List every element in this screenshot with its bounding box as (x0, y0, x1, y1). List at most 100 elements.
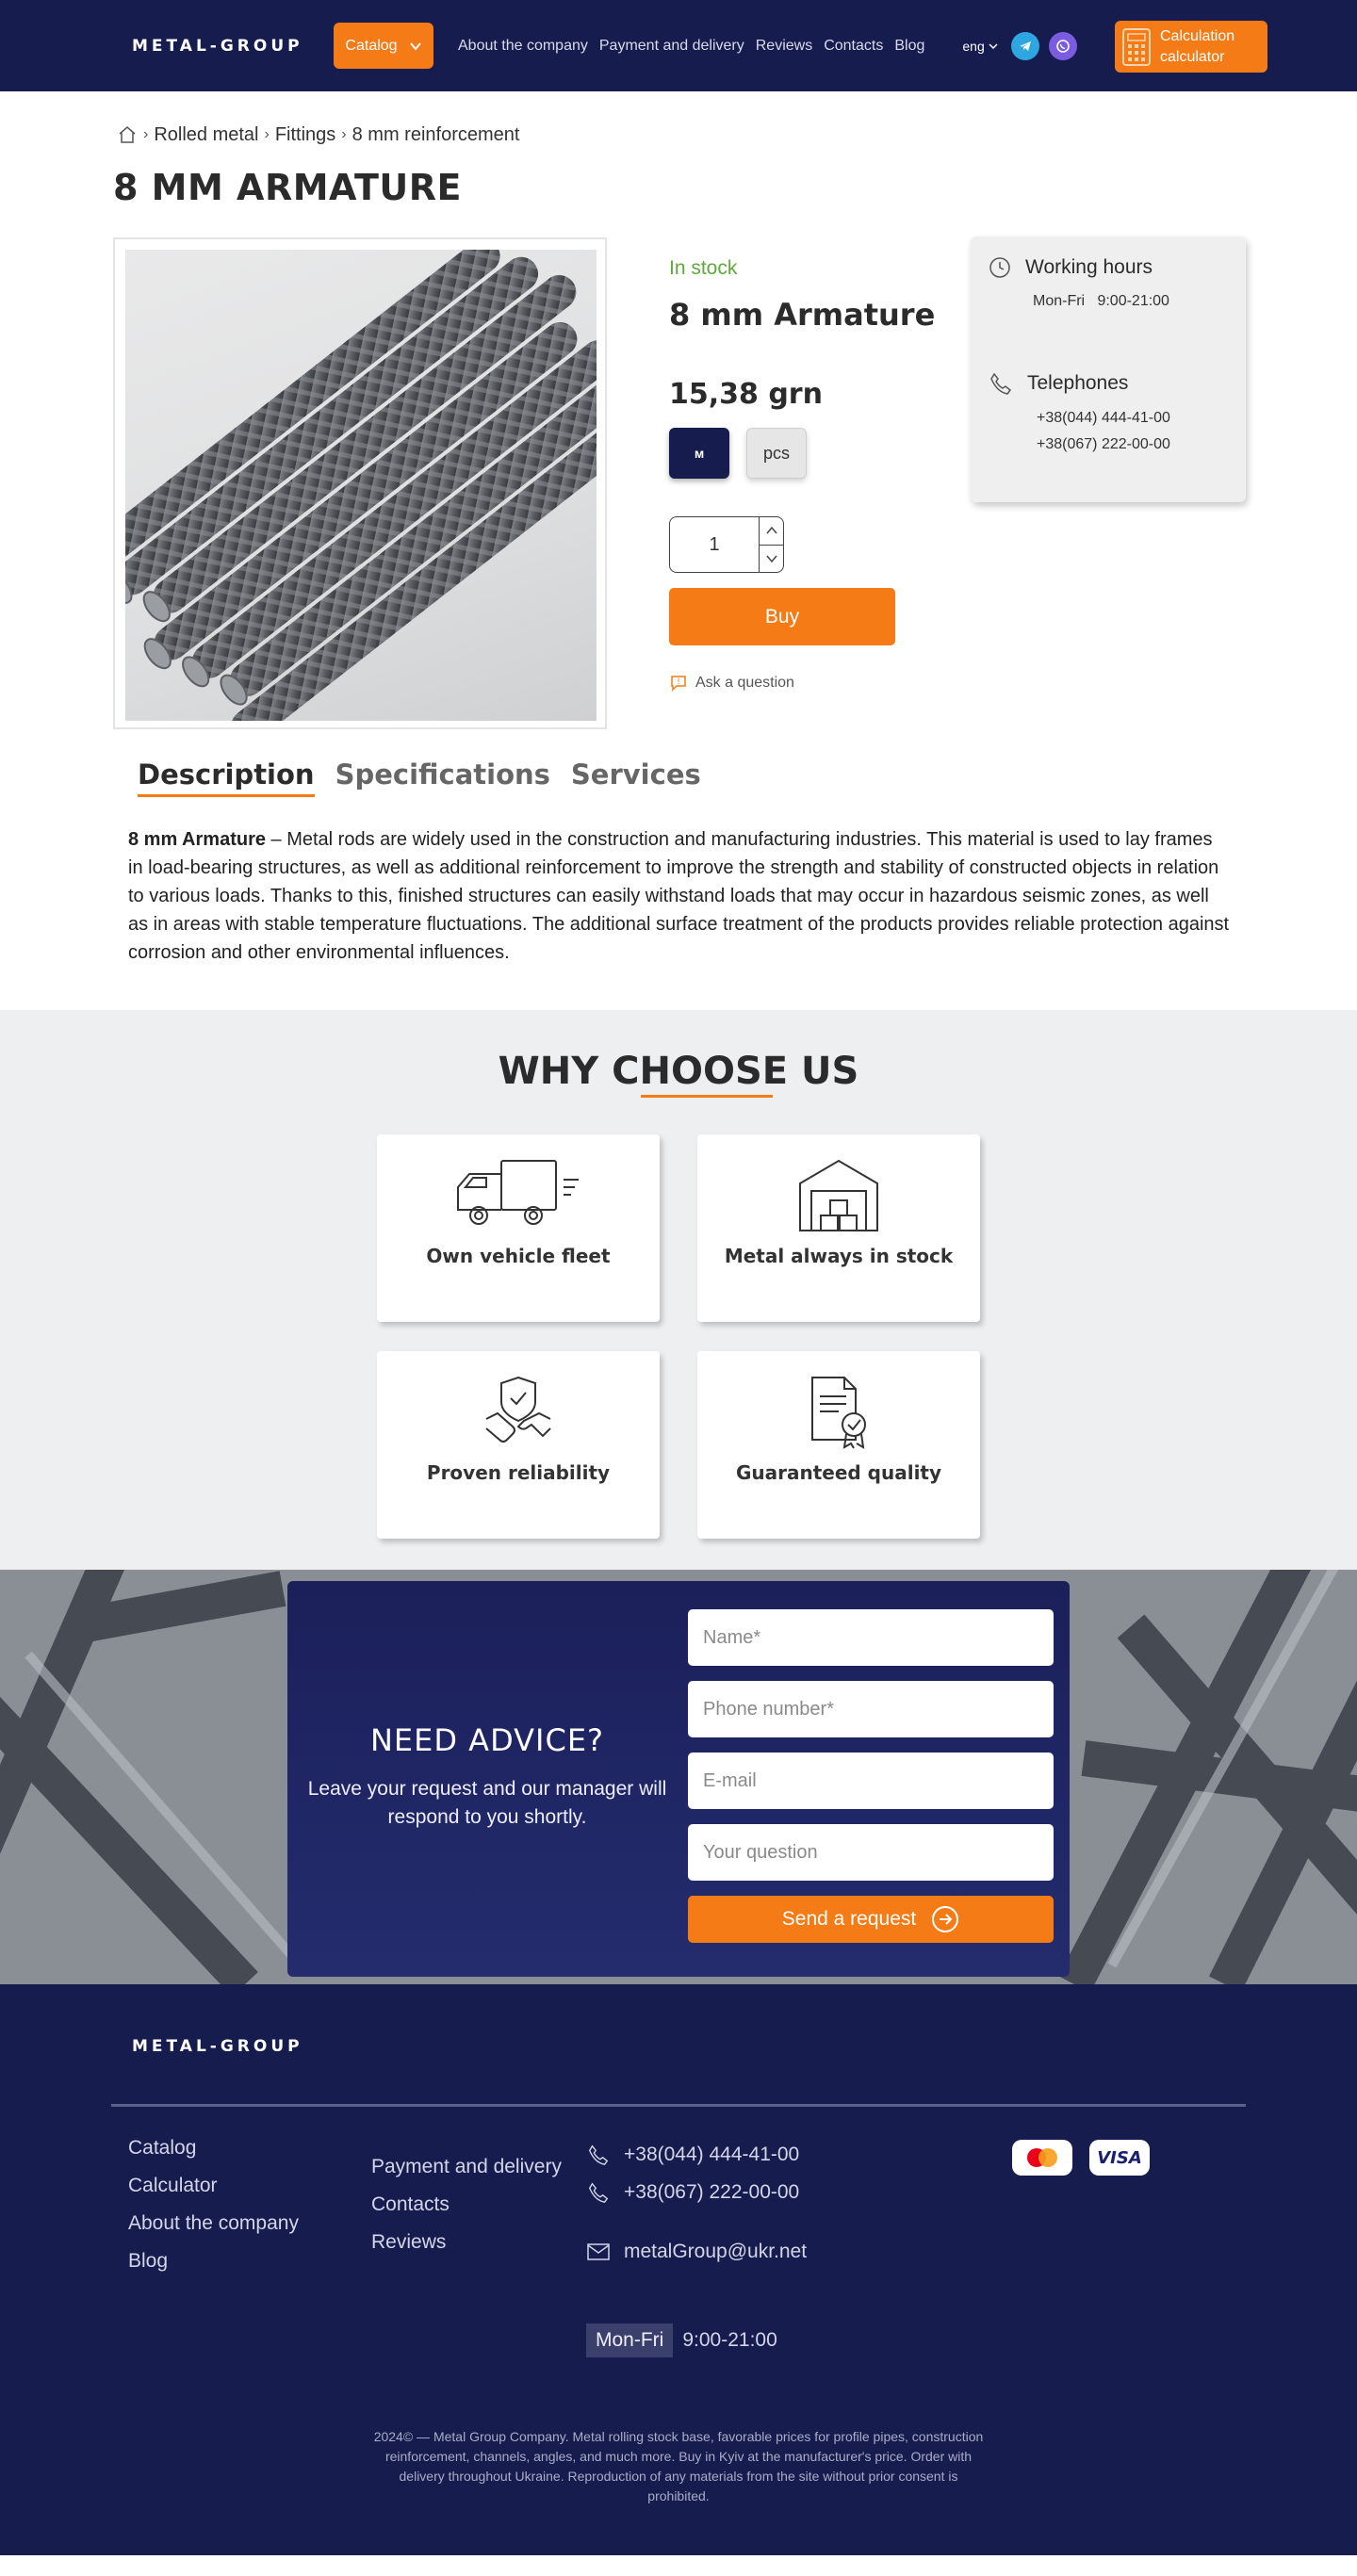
why-title: WHY CHOOSE US (498, 1050, 859, 1093)
chevron-right-icon: › (264, 126, 270, 142)
footer-link-payment-delivery[interactable]: Payment and delivery (371, 2156, 562, 2178)
quantity-increase-button[interactable] (760, 516, 784, 546)
unit-selector: м pcs (669, 428, 952, 479)
phone-icon (588, 2182, 609, 2203)
product-image-frame (113, 237, 607, 729)
footer-link-about[interactable]: About the company (128, 2212, 299, 2235)
ask-question-link[interactable]: ! Ask a question (669, 674, 952, 693)
telegram-icon[interactable] (1010, 31, 1039, 60)
ask-question-label: Ask a question (695, 675, 794, 691)
viber-icon[interactable] (1048, 31, 1077, 60)
breadcrumb: › Rolled metal › Fittings › 8 mm reinfor… (0, 123, 1357, 146)
tab-specifications[interactable]: Specifications (335, 758, 550, 797)
tab-services[interactable]: Services (571, 758, 701, 797)
clock-icon (989, 257, 1010, 278)
calculator-icon (1122, 27, 1151, 66)
language-selector[interactable]: eng (962, 38, 998, 54)
language-label: eng (962, 38, 985, 54)
footer-link-reviews[interactable]: Reviews (371, 2231, 562, 2254)
product-description: 8 mm Armature – Metal rods are widely us… (128, 825, 1231, 967)
telephones-heading: Telephones (988, 370, 1246, 397)
buy-button[interactable]: Buy (669, 588, 895, 645)
footer-phone[interactable]: +38(067) 222-00-00 (586, 2180, 799, 2205)
nav-payment-delivery[interactable]: Payment and delivery (599, 38, 744, 55)
catalog-button-label: Catalog (345, 37, 398, 54)
send-request-button[interactable]: Send a request (688, 1896, 1054, 1943)
advice-form: Send a request (688, 1609, 1054, 1943)
question-bubble-icon: ! (671, 676, 686, 692)
working-hours-value: Mon-Fri 9:00-21:00 (1033, 293, 1169, 309)
advice-section: NEED ADVICE? Leave your request and our … (0, 1570, 1357, 1984)
footer-email[interactable]: metalGroup@ukr.net (586, 2241, 807, 2263)
nav-reviews[interactable]: Reviews (756, 38, 812, 55)
chevron-down-icon (409, 41, 421, 51)
phone-icon (990, 372, 1012, 395)
phone-icon (588, 2144, 609, 2165)
footer-link-contacts[interactable]: Contacts (371, 2193, 562, 2216)
chevron-up-icon (765, 527, 777, 534)
quantity-decrease-button[interactable] (760, 545, 784, 573)
main-nav: About the company Payment and delivery R… (458, 38, 924, 55)
breadcrumb-rolled-metal[interactable]: Rolled metal (154, 124, 258, 146)
footer-link-catalog[interactable]: Catalog (128, 2137, 299, 2160)
product-info: In stock 8 mm Armature 15,38 grn м pcs B… (669, 208, 952, 693)
product-section: In stock 8 mm Armature 15,38 grn м pcs B… (0, 208, 1357, 736)
name-input[interactable] (688, 1609, 1054, 1666)
page-title: 8 MM ARMATURE (113, 167, 462, 208)
phone-number[interactable]: +38(067) 222-00-00 (1037, 436, 1246, 453)
advice-text: Leave your request and our manager will … (307, 1778, 667, 1828)
chevron-down-icon (765, 555, 777, 562)
question-input[interactable] (688, 1824, 1054, 1881)
chevron-down-icon (989, 42, 998, 49)
feature-label: Own vehicle fleet (426, 1245, 611, 1267)
quantity-stepper (669, 516, 784, 573)
email-input[interactable] (688, 1753, 1054, 1809)
footer-hours-time: 9:00-21:00 (682, 2329, 777, 2351)
quantity-input[interactable] (669, 516, 760, 573)
quantity-arrows (760, 516, 784, 573)
product-tabs: Description Specifications Services (138, 758, 1357, 797)
chevron-right-icon: › (143, 126, 149, 142)
feature-label: Guaranteed quality (735, 1461, 942, 1484)
site-header: METAL-GROUP Catalog About the company Pa… (0, 0, 1357, 91)
footer-divider (111, 2104, 1246, 2107)
footer-links-col1: Catalog Calculator About the company Blo… (128, 2137, 299, 2273)
arrow-circle-right-icon (932, 1906, 959, 1932)
mail-icon (587, 2243, 610, 2260)
tab-description[interactable]: Description (138, 758, 315, 797)
feature-card: Guaranteed quality (697, 1351, 980, 1539)
stock-status: In stock (669, 257, 738, 279)
warehouse-icon (799, 1159, 878, 1231)
footer-logo[interactable]: METAL-GROUP (132, 2037, 303, 2056)
footer-link-calculator[interactable]: Calculator (128, 2175, 299, 2197)
phone-input[interactable] (688, 1681, 1054, 1737)
footer-phone[interactable]: +38(044) 444-41-00 (586, 2143, 799, 2167)
footer-link-blog[interactable]: Blog (128, 2250, 299, 2273)
description-text: – Metal rods are widely used in the cons… (128, 829, 1230, 963)
nav-about[interactable]: About the company (458, 38, 588, 55)
feature-card: Own vehicle fleet (377, 1134, 660, 1322)
breadcrumb-fittings[interactable]: Fittings (275, 124, 335, 146)
feature-card: Proven reliability (377, 1351, 660, 1539)
description-bold: 8 mm Armature (128, 829, 266, 850)
feature-label: Proven reliability (426, 1461, 611, 1484)
product-image[interactable] (125, 250, 597, 721)
nav-contacts[interactable]: Contacts (824, 38, 883, 55)
unit-meter-button[interactable]: м (669, 428, 729, 479)
logo[interactable]: METAL-GROUP (132, 37, 334, 56)
nav-blog[interactable]: Blog (894, 38, 924, 55)
footer-hours-days: Mon-Fri (586, 2323, 674, 2357)
catalog-button[interactable]: Catalog (334, 23, 433, 69)
mastercard-icon (1012, 2140, 1072, 2176)
feature-card: Metal always in stock (697, 1134, 980, 1322)
phone-number[interactable]: +38(044) 444-41-00 (1037, 410, 1246, 427)
calculator-button[interactable]: Calculation calculator (1115, 21, 1267, 73)
visa-icon: VISA (1089, 2140, 1150, 2176)
home-icon[interactable] (117, 124, 138, 145)
copyright-text: 2024© — Metal Group Company. Metal rolli… (373, 2429, 984, 2503)
product-price: 15,38 grn (669, 378, 823, 411)
feature-label: Metal always in stock (724, 1245, 954, 1267)
product-name: 8 mm Armature (669, 297, 936, 333)
unit-pcs-button[interactable]: pcs (746, 428, 807, 479)
working-hours-heading: Working hours (988, 255, 1246, 280)
